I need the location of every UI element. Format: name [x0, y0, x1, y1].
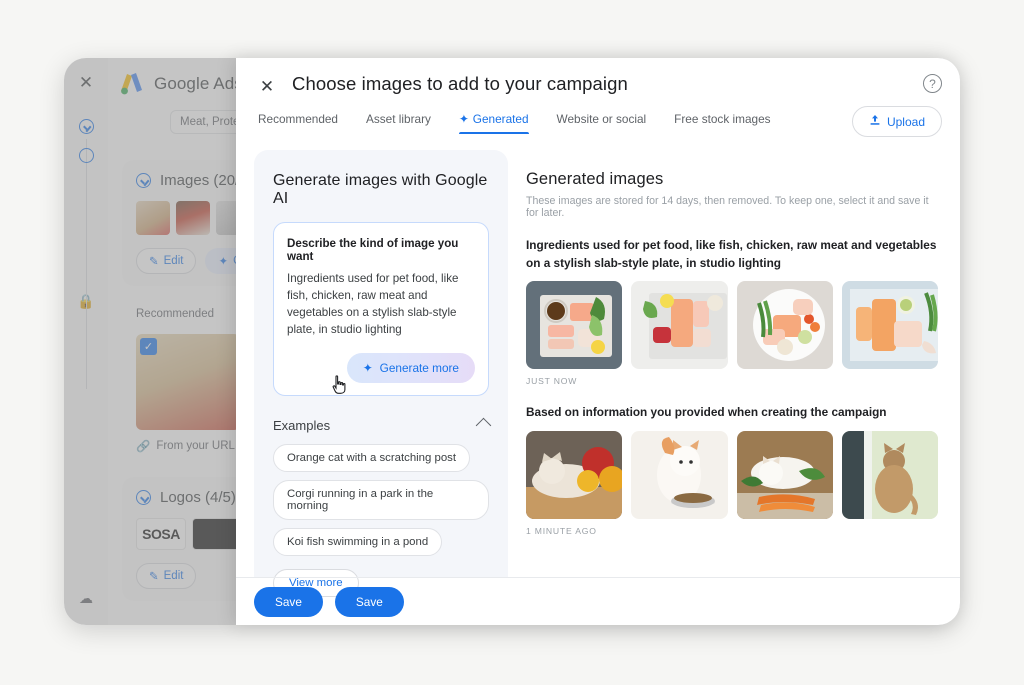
- step-connector: [85, 139, 87, 389]
- prompt-input-card[interactable]: Describe the kind of image you want Ingr…: [273, 222, 489, 396]
- image-thumbnail[interactable]: [176, 201, 210, 235]
- examples-title: Examples: [273, 417, 331, 433]
- step-complete-icon[interactable]: [78, 119, 94, 134]
- dialog-tabs: Recommended Asset library ✦ Generated We…: [258, 112, 771, 134]
- edit-label: Edit: [163, 570, 184, 582]
- from-your-url-label: From your URL: [156, 440, 235, 452]
- pencil-icon: ✎: [149, 571, 159, 583]
- pointer-hand-cursor: [331, 375, 347, 394]
- check-circle-icon: [136, 173, 151, 188]
- results-subtitle: These images are stored for 14 days, the…: [526, 195, 929, 219]
- generate-more-row: ✦ Generate more: [287, 352, 475, 394]
- edit-label: Edit: [163, 255, 184, 267]
- generated-image[interactable]: [631, 281, 728, 370]
- sparkle-icon: ✦: [458, 112, 469, 126]
- tab-recommended[interactable]: Recommended: [258, 112, 338, 134]
- tab-label: Free stock images: [674, 112, 771, 126]
- logos-section-title: Logos (4/5): [160, 489, 236, 506]
- prompt-input[interactable]: Ingredients used for pet food, like fish…: [287, 270, 475, 339]
- sparkle-icon: ✦: [218, 256, 229, 268]
- tab-label: Generated: [472, 112, 529, 126]
- generate-more-label: Generate more: [379, 360, 459, 375]
- result-group-heading: Ingredients used for pet food, like fish…: [526, 238, 937, 270]
- tab-label: Recommended: [258, 112, 338, 126]
- upload-label: Upload: [886, 114, 925, 129]
- tab-free-stock-images[interactable]: Free stock images: [674, 112, 770, 134]
- save-button-secondary[interactable]: Save: [334, 586, 404, 617]
- tab-generated[interactable]: ✦ Generated: [458, 112, 529, 134]
- edit-logos-button[interactable]: ✎ Edit: [136, 563, 197, 589]
- example-chip[interactable]: Koi fish swimming in a pond: [273, 527, 443, 556]
- generated-image[interactable]: [841, 281, 938, 370]
- tab-label: Website or social: [556, 112, 647, 126]
- close-icon[interactable]: ✕: [79, 74, 93, 91]
- chevron-up-icon[interactable]: [475, 417, 492, 433]
- step-current-icon[interactable]: [78, 148, 94, 163]
- dialog-footer: Save Save: [236, 577, 960, 625]
- tab-label: Asset library: [366, 112, 431, 126]
- generate-panel-title: Generate images with Google AI: [273, 172, 488, 207]
- recommended-image[interactable]: ✓: [136, 334, 240, 430]
- ads-app-title: Google Ads: [154, 74, 243, 94]
- dialog-header: ✕ Choose images to add to your campaign …: [236, 58, 960, 150]
- dialog-body: Generate images with Google AI Describe …: [236, 150, 960, 597]
- cloud-done-icon: ☁: [79, 590, 93, 606]
- dialog-title: Choose images to add to your campaign: [292, 73, 628, 94]
- generated-results-panel: Generated images These images are stored…: [508, 150, 960, 577]
- generated-image[interactable]: [841, 431, 938, 520]
- ads-brand-word: Google: [154, 74, 210, 93]
- examples-header[interactable]: Examples: [273, 417, 492, 433]
- save-button-primary[interactable]: Save: [254, 586, 323, 617]
- ads-step-rail: ✕ 🔒 ☁: [64, 58, 108, 625]
- result-timestamp: 1 MINUTE AGO: [526, 526, 597, 537]
- screen: ✕ 🔒 ☁ Google Ads Meat,: [0, 0, 1024, 685]
- result-timestamp: JUST NOW: [526, 376, 578, 387]
- result-group-heading: Based on information you provided when c…: [526, 405, 887, 420]
- check-circle-icon: [136, 490, 151, 505]
- tab-asset-library[interactable]: Asset library: [366, 112, 431, 134]
- choose-images-dialog: ✕ Choose images to add to your campaign …: [236, 58, 960, 625]
- edit-images-button[interactable]: ✎ Edit: [136, 248, 197, 274]
- prompt-label: Describe the kind of image you want: [287, 237, 459, 263]
- step-indicators: [78, 119, 94, 389]
- generated-image[interactable]: [526, 281, 623, 370]
- results-title: Generated images: [526, 170, 664, 188]
- example-chip[interactable]: Corgi running in a park in the morning: [273, 479, 489, 520]
- logo-thumbnail-dark[interactable]: [192, 518, 242, 550]
- generate-more-button[interactable]: ✦ Generate more: [346, 352, 475, 383]
- google-ads-logo: [118, 72, 144, 96]
- result-image-grid: [526, 281, 938, 370]
- generate-with-ai-panel: Generate images with Google AI Describe …: [254, 150, 508, 597]
- ads-brand-header: Google Ads: [118, 72, 243, 96]
- help-circle-icon[interactable]: ?: [923, 74, 942, 93]
- generated-image[interactable]: [736, 431, 833, 520]
- close-icon[interactable]: ✕: [254, 74, 280, 100]
- link-icon: 🔗: [136, 441, 151, 453]
- pencil-icon: ✎: [149, 256, 159, 268]
- examples-list: Orange cat with a scratching post Corgi …: [273, 443, 489, 597]
- image-thumbnail[interactable]: [136, 201, 170, 235]
- selected-check-icon[interactable]: ✓: [140, 338, 157, 355]
- result-image-grid: [526, 431, 938, 520]
- generated-image[interactable]: [631, 431, 728, 520]
- example-chip[interactable]: Orange cat with a scratching post: [273, 443, 471, 472]
- generated-image[interactable]: [526, 431, 623, 520]
- logo-thumbnail[interactable]: SOSA: [136, 518, 186, 550]
- sparkle-icon: ✦: [362, 360, 373, 375]
- tab-website-or-social[interactable]: Website or social: [557, 112, 647, 134]
- upload-button[interactable]: Upload: [851, 106, 942, 137]
- upload-icon: [869, 114, 881, 129]
- generated-image[interactable]: [736, 281, 833, 370]
